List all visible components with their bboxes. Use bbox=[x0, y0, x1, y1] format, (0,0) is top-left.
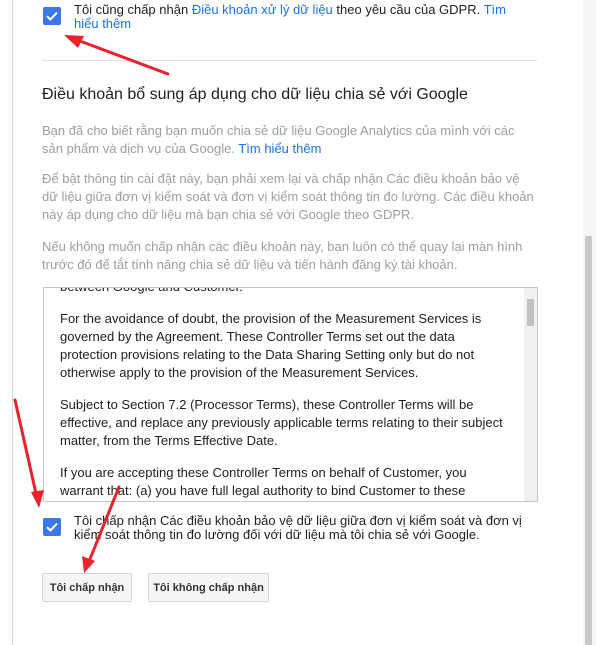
controller-terms-checkbox[interactable] bbox=[43, 518, 61, 536]
arrow-icon bbox=[70, 36, 170, 76]
terms-scrollbar[interactable] bbox=[524, 288, 537, 501]
intro-learn-more-link[interactable]: Tìm hiểu thêm bbox=[238, 141, 321, 156]
terms-paragraph: For the avoidance of doubt, the provisio… bbox=[60, 311, 482, 380]
accept-button[interactable]: Tôi chấp nhận bbox=[42, 573, 132, 602]
left-border bbox=[12, 0, 13, 645]
terms-scrollbar-thumb[interactable] bbox=[527, 299, 534, 326]
terms-paragraph: Subject to Section 7.2 (Processor Terms)… bbox=[60, 397, 503, 448]
checkmark-icon bbox=[46, 522, 58, 532]
section-divider bbox=[42, 60, 537, 61]
controller-terms-label: Tôi chấp nhận Các điều khoản bảo vệ dữ l… bbox=[74, 513, 522, 542]
section-title: Điều khoản bổ sung áp dụng cho dữ liệu c… bbox=[42, 86, 468, 103]
intro-paragraph: Bạn đã cho biết rằng bạn muốn chia sẻ dữ… bbox=[42, 122, 537, 158]
gdpr-text-after: theo yêu cầu của GDPR. bbox=[332, 2, 484, 17]
page-scrollbar-thumb[interactable] bbox=[585, 236, 592, 645]
gdpr-terms-label: Tôi cũng chấp nhận Điều khoản xử lý dữ l… bbox=[74, 3, 534, 31]
data-processing-terms-link[interactable]: Điều khoản xử lý dữ liệu bbox=[192, 2, 333, 17]
arrow-head-icon bbox=[82, 556, 95, 573]
decline-info-paragraph: Nếu không muốn chấp nhận các điều khoản … bbox=[42, 239, 523, 272]
gdpr-terms-checkbox[interactable] bbox=[43, 7, 61, 25]
arrow-head-icon bbox=[64, 35, 84, 48]
checkmark-icon bbox=[46, 11, 58, 21]
terms-paragraph: If you are accepting these Controller Te… bbox=[60, 465, 467, 498]
terms-paragraph: between Google and Customer. bbox=[60, 288, 505, 296]
decline-button[interactable]: Tôi không chấp nhận bbox=[148, 573, 269, 602]
enable-setting-paragraph: Để bật thông tin cài đặt này, bạn phải x… bbox=[42, 171, 534, 222]
controller-terms-content: between Google and Customer. For the avo… bbox=[60, 288, 505, 501]
arrow-icon bbox=[13, 398, 39, 500]
gdpr-text-before: Tôi cũng chấp nhận bbox=[74, 2, 192, 17]
controller-terms-box[interactable]: between Google and Customer. For the avo… bbox=[43, 287, 538, 502]
